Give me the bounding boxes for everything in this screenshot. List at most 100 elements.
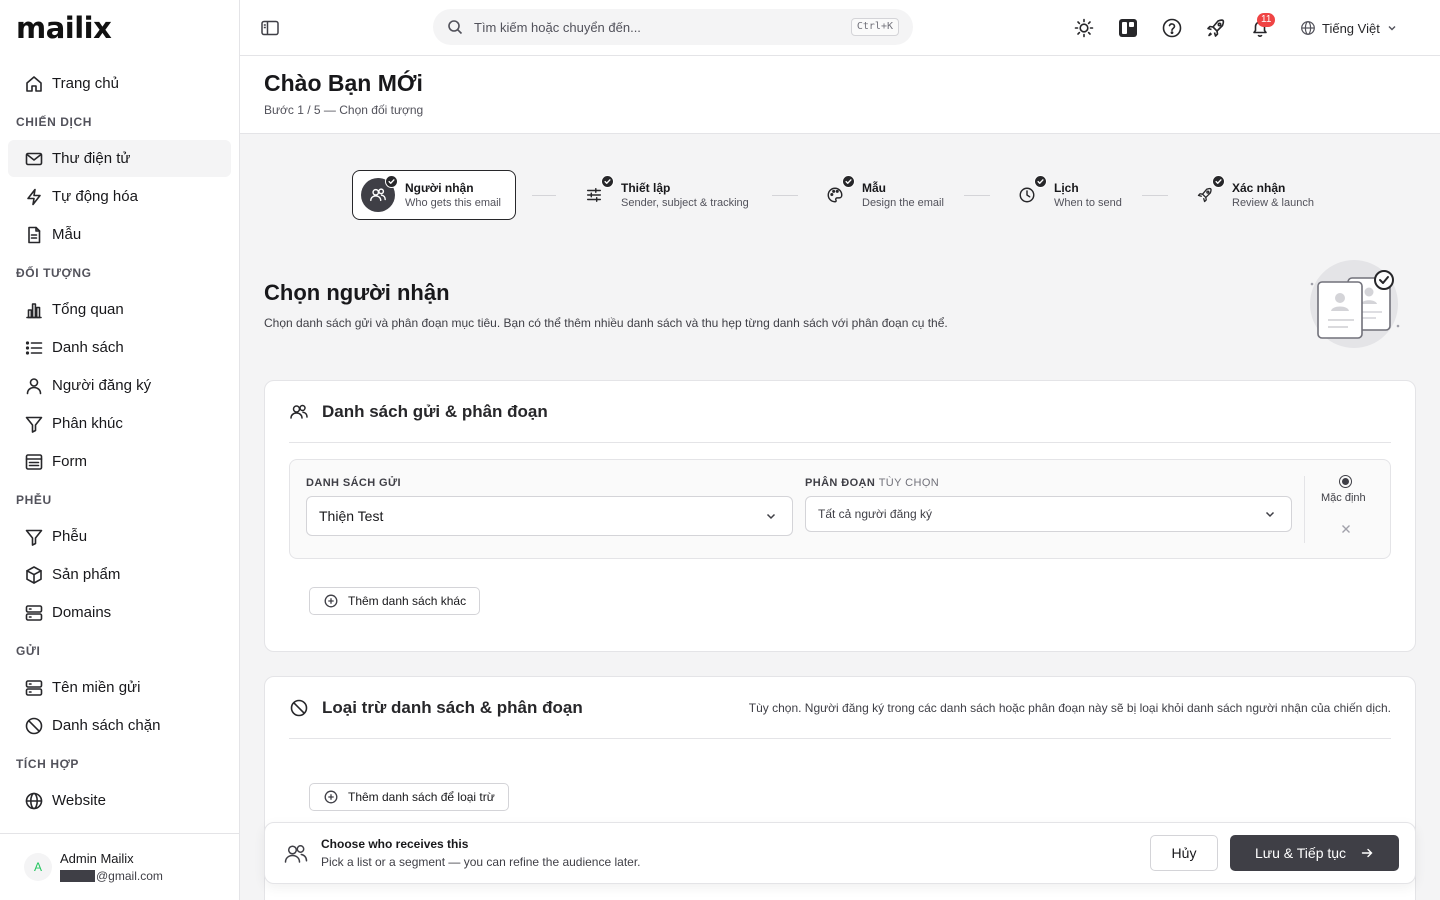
globe-icon <box>24 791 44 811</box>
action-bar: Choose who receives this Pick a list or … <box>264 822 1416 884</box>
exclude-note: Tùy chọn. Người đăng ký trong các danh s… <box>748 700 1391 715</box>
step-title: Người nhận <box>405 181 474 195</box>
step-description: Sender, subject & tracking <box>621 197 749 209</box>
sidebar-toggle-icon[interactable] <box>260 18 280 38</box>
user-profile[interactable]: A Admin Mailix @gmail.com <box>0 833 239 900</box>
sidebar-nav: Trang chủ CHIẾN DỊCH Thư điện tử Tự động hó… <box>8 65 231 820</box>
step-connector <box>532 195 556 196</box>
step-description: Review & launch <box>1232 197 1314 209</box>
step-text: Mẫu Design the email <box>862 181 944 209</box>
lists-segments-card: Danh sách gửi & phân đoạn DANH SÁCH GỬI … <box>264 380 1416 652</box>
card-title: Loại trừ danh sách & phân đoạn <box>322 697 583 717</box>
sidebar-item-label: Form <box>52 453 87 470</box>
step-text: Thiết lập Sender, subject & tracking <box>621 181 749 209</box>
ban-icon <box>24 716 44 736</box>
add-list-button[interactable]: Thêm danh sách khác <box>309 587 481 615</box>
sidebar-item-danh-sach[interactable]: Danh sách <box>8 329 231 366</box>
sidebar-item-thu-dien-tu[interactable]: Thư điện tử <box>8 140 231 177</box>
avatar: A <box>24 853 52 881</box>
globe-icon <box>1300 20 1316 36</box>
sidebar-item-ten-mien-gui[interactable]: Tên miền gửi <box>8 669 231 706</box>
user-email-domain: @gmail.com <box>96 869 163 883</box>
sidebar-item-label: Tên miền gửi <box>52 679 141 696</box>
step-title: Mẫu <box>862 181 886 195</box>
step-description: Design the email <box>862 197 944 209</box>
clock-icon <box>1018 186 1036 204</box>
palette-icon <box>826 186 844 204</box>
default-radio[interactable] <box>1339 475 1352 488</box>
language-selector[interactable]: Tiếng Việt <box>1300 18 1398 38</box>
step-1[interactable]: Người nhận Who gets this email <box>352 170 516 220</box>
layout-icon[interactable] <box>1117 17 1139 39</box>
sidebar-section-gui: GỬI <box>16 643 41 658</box>
sidebar-item-mau[interactable]: Mẫu <box>8 216 231 253</box>
check-icon <box>385 175 398 188</box>
step-5[interactable]: Xác nhận Review & launch <box>1188 170 1314 220</box>
sidebar-item-phan-khuc[interactable]: Phân khúc <box>8 405 231 442</box>
segment-label-text: PHÂN ĐOẠN <box>805 477 876 489</box>
chevron-down-icon <box>1386 22 1398 34</box>
sidebar-item-tu-dong-hoa[interactable]: Tự động hóa <box>8 178 231 215</box>
sidebar-item-danh-sach-chan[interactable]: Danh sách chặn <box>8 707 231 744</box>
step-connector <box>964 195 990 196</box>
step-3[interactable]: Mẫu Design the email <box>818 170 944 220</box>
filter-icon <box>24 414 44 434</box>
step-icon-wrap <box>361 175 398 212</box>
user-email: @gmail.com <box>60 869 163 883</box>
step-description: When to send <box>1054 197 1122 209</box>
section-title: Chọn người nhận <box>264 280 450 305</box>
close-icon[interactable] <box>1339 522 1353 536</box>
user-name: Admin Mailix <box>60 851 134 866</box>
rocket-icon <box>1196 186 1214 204</box>
search-bar[interactable]: Tìm kiếm hoặc chuyển đến... Ctrl+K <box>433 9 913 45</box>
rocket-icon[interactable] <box>1205 17 1227 39</box>
topbar: Tìm kiếm hoặc chuyển đến... Ctrl+K 11 Ti… <box>240 0 1440 56</box>
user-icon <box>24 376 44 396</box>
app-logo[interactable]: mailix <box>16 12 112 44</box>
sidebar-item-san-pham[interactable]: Sản phẩm <box>8 556 231 593</box>
add-exclusion-button[interactable]: Thêm danh sách để loại trừ <box>309 783 509 811</box>
sidebar-item-pheu[interactable]: Phễu <box>8 518 231 555</box>
sidebar-item-nguoi-dang-ky[interactable]: Người đăng ký <box>8 367 231 404</box>
sidebar: mailix Trang chủ CHIẾN DỊCH Thư điện tử Tự … <box>0 0 240 900</box>
sidebar-item-website[interactable]: Website <box>8 782 231 819</box>
step-text: Người nhận Who gets this email <box>405 181 501 209</box>
page-subtitle: Bước 1 / 5 — Chọn đối tượng <box>264 103 424 117</box>
sidebar-item-label: Domains <box>52 604 112 621</box>
sidebar-item-domains[interactable]: Domains <box>8 594 231 631</box>
sidebar-item-tong-quan[interactable]: Tổng quan <box>8 291 231 328</box>
sidebar-item-trang-chu[interactable]: Trang chủ <box>8 65 231 102</box>
check-icon <box>1034 175 1047 188</box>
chart-icon <box>24 300 44 320</box>
users-icon <box>369 186 387 204</box>
divider <box>1304 476 1305 543</box>
sidebar-item-label: Danh sách <box>52 339 124 356</box>
document-icon <box>24 225 44 245</box>
step-connector <box>772 195 798 196</box>
sidebar-item-form[interactable]: Form <box>8 443 231 480</box>
sun-icon[interactable] <box>1073 17 1095 39</box>
check-icon <box>601 175 614 188</box>
sidebar-item-label: Tự động hóa <box>52 188 138 205</box>
check-icon <box>842 175 855 188</box>
step-4[interactable]: Lịch When to send <box>1010 170 1122 220</box>
step-2[interactable]: Thiết lập Sender, subject & tracking <box>577 170 749 220</box>
segment-select[interactable]: Tất cả người đăng ký <box>805 496 1292 532</box>
search-icon <box>447 19 463 35</box>
wizard-stepper: Người nhận Who gets this email Thiết lập Se… <box>352 170 1352 220</box>
users-icon <box>289 402 309 422</box>
recipients-illustration-icon <box>1310 260 1402 352</box>
segment-optional-tag: TÙY CHỌN <box>878 477 940 489</box>
server-icon <box>24 678 44 698</box>
step-title: Lịch <box>1054 181 1079 195</box>
server-icon <box>24 603 44 623</box>
action-bar-title: Choose who receives this <box>321 837 469 851</box>
ban-icon <box>289 698 309 718</box>
save-continue-button[interactable]: Lưu & Tiếp tục <box>1230 835 1399 871</box>
cancel-button[interactable]: Hủy <box>1150 835 1218 871</box>
list-select[interactable]: Thiện Test <box>306 496 793 536</box>
help-icon[interactable] <box>1161 17 1183 39</box>
sidebar-item-label: Website <box>52 792 106 809</box>
action-bar-description: Pick a list or a segment — you can refin… <box>321 855 641 869</box>
check-icon <box>1212 175 1225 188</box>
